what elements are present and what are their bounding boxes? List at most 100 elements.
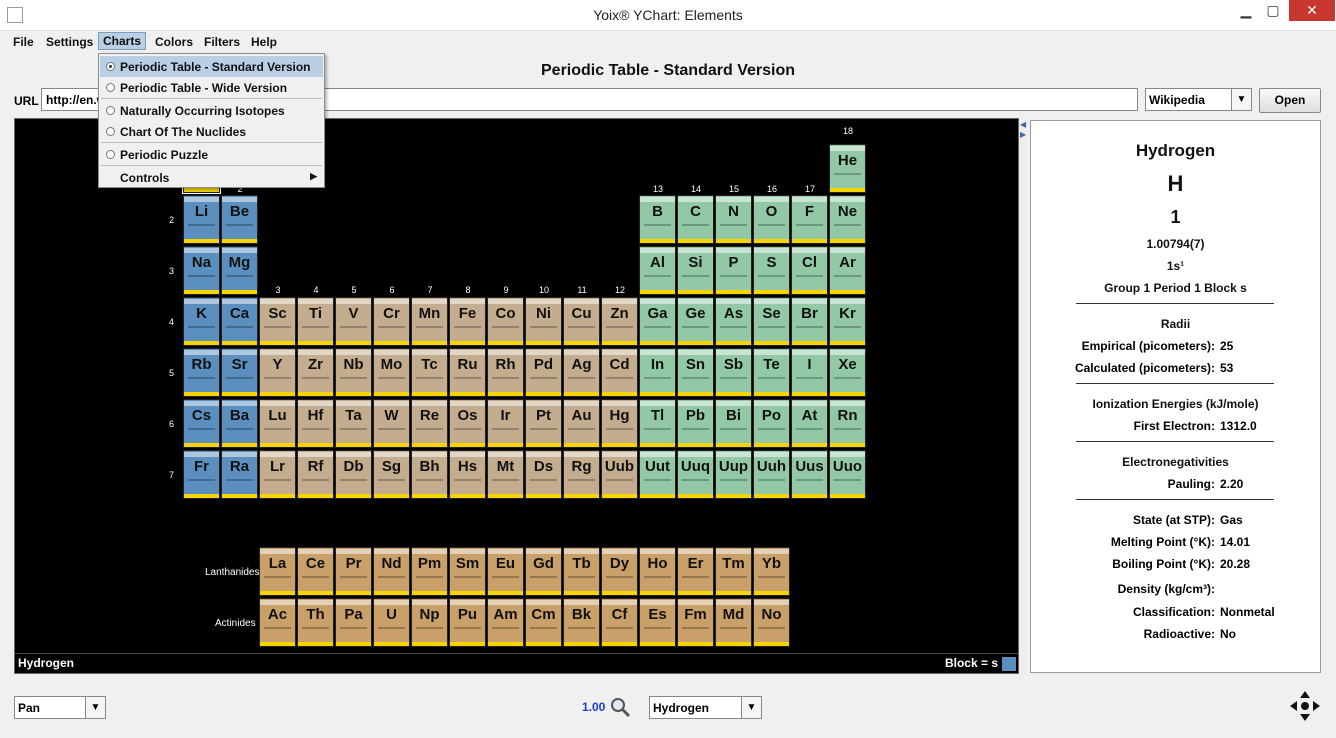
element-cell-po[interactable]: Po xyxy=(753,399,790,448)
element-cell-br[interactable]: Br xyxy=(791,297,828,346)
source-combo[interactable]: Wikipedia ▼ xyxy=(1145,88,1252,111)
element-cell-rf[interactable]: Rf xyxy=(297,450,334,499)
element-cell-pr[interactable]: Pr xyxy=(335,547,372,596)
menu-item-controls[interactable]: Controls ▶ xyxy=(100,167,323,188)
element-cell-k[interactable]: K xyxy=(183,297,220,346)
element-cell-mn[interactable]: Mn xyxy=(411,297,448,346)
element-cell-as[interactable]: As xyxy=(715,297,752,346)
element-cell-be[interactable]: Be xyxy=(221,195,258,244)
element-cell-fr[interactable]: Fr xyxy=(183,450,220,499)
element-cell-tb[interactable]: Tb xyxy=(563,547,600,596)
element-cell-i[interactable]: I xyxy=(791,348,828,397)
element-cell-cs[interactable]: Cs xyxy=(183,399,220,448)
element-cell-bk[interactable]: Bk xyxy=(563,598,600,647)
element-cell-pt[interactable]: Pt xyxy=(525,399,562,448)
element-cell-zn[interactable]: Zn xyxy=(601,297,638,346)
element-cell-gd[interactable]: Gd xyxy=(525,547,562,596)
element-cell-cm[interactable]: Cm xyxy=(525,598,562,647)
element-cell-ti[interactable]: Ti xyxy=(297,297,334,346)
menu-colors[interactable]: Colors xyxy=(151,34,197,52)
element-cell-he[interactable]: He xyxy=(829,144,866,193)
element-cell-ag[interactable]: Ag xyxy=(563,348,600,397)
element-cell-hf[interactable]: Hf xyxy=(297,399,334,448)
element-cell-uub[interactable]: Uub xyxy=(601,450,638,499)
element-cell-co[interactable]: Co xyxy=(487,297,524,346)
element-cell-cr[interactable]: Cr xyxy=(373,297,410,346)
element-cell-cd[interactable]: Cd xyxy=(601,348,638,397)
element-cell-s[interactable]: S xyxy=(753,246,790,295)
element-cell-uuq[interactable]: Uuq xyxy=(677,450,714,499)
element-cell-ta[interactable]: Ta xyxy=(335,399,372,448)
element-cell-os[interactable]: Os xyxy=(449,399,486,448)
element-cell-pd[interactable]: Pd xyxy=(525,348,562,397)
element-cell-mg[interactable]: Mg xyxy=(221,246,258,295)
element-cell-al[interactable]: Al xyxy=(639,246,676,295)
element-cell-at[interactable]: At xyxy=(791,399,828,448)
element-cell-pa[interactable]: Pa xyxy=(335,598,372,647)
element-cell-ba[interactable]: Ba xyxy=(221,399,258,448)
element-cell-dy[interactable]: Dy xyxy=(601,547,638,596)
element-cell-la[interactable]: La xyxy=(259,547,296,596)
element-cell-fm[interactable]: Fm xyxy=(677,598,714,647)
element-cell-md[interactable]: Md xyxy=(715,598,752,647)
element-cell-b[interactable]: B xyxy=(639,195,676,244)
element-cell-lr[interactable]: Lr xyxy=(259,450,296,499)
menu-item-isotopes[interactable]: Naturally Occurring Isotopes xyxy=(100,100,323,121)
element-cell-xe[interactable]: Xe xyxy=(829,348,866,397)
element-cell-y[interactable]: Y xyxy=(259,348,296,397)
element-cell-c[interactable]: C xyxy=(677,195,714,244)
close-icon[interactable]: ✕ xyxy=(1289,0,1335,21)
element-cell-cu[interactable]: Cu xyxy=(563,297,600,346)
element-cell-ra[interactable]: Ra xyxy=(221,450,258,499)
chevron-down-icon[interactable]: ▼ xyxy=(1231,89,1251,110)
element-cell-am[interactable]: Am xyxy=(487,598,524,647)
element-cell-ge[interactable]: Ge xyxy=(677,297,714,346)
element-cell-ca[interactable]: Ca xyxy=(221,297,258,346)
menu-charts[interactable]: Charts xyxy=(98,32,147,50)
element-cell-n[interactable]: N xyxy=(715,195,752,244)
element-cell-si[interactable]: Si xyxy=(677,246,714,295)
element-cell-se[interactable]: Se xyxy=(753,297,790,346)
element-cell-au[interactable]: Au xyxy=(563,399,600,448)
chevron-down-icon[interactable]: ▼ xyxy=(741,697,761,718)
menu-settings[interactable]: Settings xyxy=(42,34,97,52)
element-cell-sg[interactable]: Sg xyxy=(373,450,410,499)
element-cell-uup[interactable]: Uup xyxy=(715,450,752,499)
element-cell-er[interactable]: Er xyxy=(677,547,714,596)
menu-item-puzzle[interactable]: Periodic Puzzle xyxy=(100,144,323,165)
element-cell-ni[interactable]: Ni xyxy=(525,297,562,346)
collapse-right-icon[interactable]: ▶ xyxy=(1020,130,1026,139)
element-cell-fe[interactable]: Fe xyxy=(449,297,486,346)
collapse-left-icon[interactable]: ◀ xyxy=(1020,120,1026,129)
element-cell-uuo[interactable]: Uuo xyxy=(829,450,866,499)
element-cell-ac[interactable]: Ac xyxy=(259,598,296,647)
element-cell-rn[interactable]: Rn xyxy=(829,399,866,448)
element-cell-tm[interactable]: Tm xyxy=(715,547,752,596)
element-cell-ru[interactable]: Ru xyxy=(449,348,486,397)
element-cell-li[interactable]: Li xyxy=(183,195,220,244)
element-cell-nb[interactable]: Nb xyxy=(335,348,372,397)
element-cell-cl[interactable]: Cl xyxy=(791,246,828,295)
element-cell-eu[interactable]: Eu xyxy=(487,547,524,596)
menu-filters[interactable]: Filters xyxy=(200,34,244,52)
split-pane-divider[interactable]: ◀ ▶ xyxy=(1019,118,1028,674)
element-cell-rh[interactable]: Rh xyxy=(487,348,524,397)
open-button[interactable]: Open xyxy=(1259,88,1321,113)
menu-item-nuclides[interactable]: Chart Of The Nuclides xyxy=(100,121,323,142)
element-cell-hg[interactable]: Hg xyxy=(601,399,638,448)
element-cell-lu[interactable]: Lu xyxy=(259,399,296,448)
element-cell-na[interactable]: Na xyxy=(183,246,220,295)
element-cell-o[interactable]: O xyxy=(753,195,790,244)
element-cell-th[interactable]: Th xyxy=(297,598,334,647)
element-cell-tc[interactable]: Tc xyxy=(411,348,448,397)
menu-item-standard-version[interactable]: Periodic Table - Standard Version xyxy=(100,56,323,77)
element-cell-uus[interactable]: Uus xyxy=(791,450,828,499)
element-cell-ar[interactable]: Ar xyxy=(829,246,866,295)
element-cell-ga[interactable]: Ga xyxy=(639,297,676,346)
element-cell-ho[interactable]: Ho xyxy=(639,547,676,596)
element-cell-zr[interactable]: Zr xyxy=(297,348,334,397)
element-cell-u[interactable]: U xyxy=(373,598,410,647)
element-cell-tl[interactable]: Tl xyxy=(639,399,676,448)
element-cell-db[interactable]: Db xyxy=(335,450,372,499)
element-cell-yb[interactable]: Yb xyxy=(753,547,790,596)
